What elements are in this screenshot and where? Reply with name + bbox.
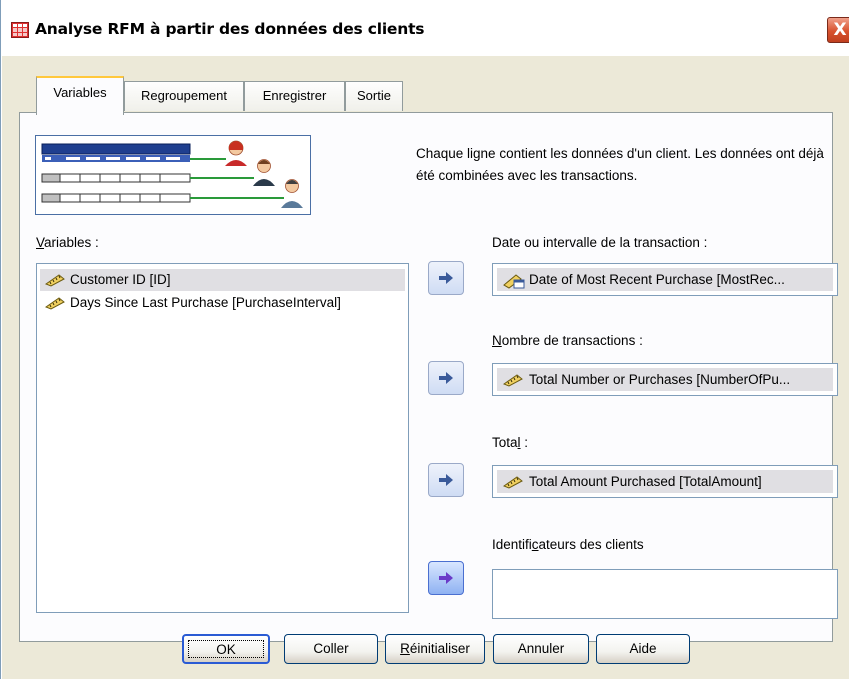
right-arrow-icon (439, 372, 453, 384)
count-field-label: Nombre de transactions : (492, 333, 643, 348)
dialog-description: Chaque ligne contient les données d'un c… (416, 146, 824, 183)
data-grid-app-icon (11, 22, 29, 38)
date-field-value-row: Date of Most Recent Purchase [MostRec... (497, 268, 833, 291)
date-field-label: Date ou intervalle de la transaction : (492, 235, 708, 250)
customer-ids-field[interactable] (492, 569, 838, 619)
count-field-value-row: Total Number or Purchases [NumberOfPu... (497, 368, 833, 391)
cancel-button[interactable]: Annuler (493, 634, 589, 664)
count-field-value: Total Number or Purchases [NumberOfPu... (529, 372, 791, 387)
ruler-scale-icon (503, 374, 523, 387)
ids-field-label: Identificateurs des clients (492, 537, 644, 552)
tab-enregistrer[interactable]: Enregistrer (244, 81, 345, 111)
ruler-scale-icon (503, 476, 523, 489)
rows-to-customers-icon (41, 140, 303, 208)
move-to-date-button[interactable] (428, 261, 464, 295)
variables-listbox[interactable]: Customer ID [ID] Days Since Last Purchas… (36, 263, 409, 613)
date-field-value: Date of Most Recent Purchase [MostRec... (529, 272, 785, 287)
total-field[interactable]: Total Amount Purchased [TotalAmount] (492, 465, 838, 498)
window-title: Analyse RFM à partir des données des cli… (35, 20, 425, 38)
right-arrow-icon (439, 272, 453, 284)
count-field[interactable]: Total Number or Purchases [NumberOfPu... (492, 363, 838, 396)
help-button[interactable]: Aide (596, 634, 690, 664)
variable-label: Days Since Last Purchase [PurchaseInterv… (70, 295, 341, 310)
ruler-scale-icon (45, 297, 65, 310)
move-to-count-button[interactable] (428, 361, 464, 395)
ok-button[interactable]: OK (182, 634, 270, 664)
list-item[interactable]: Customer ID [ID] (40, 269, 405, 291)
variables-tab-panel: Chaque ligne contient les données d'un c… (19, 112, 838, 642)
customer-data-illustration (35, 135, 311, 215)
move-to-ids-button[interactable] (428, 561, 464, 595)
tab-regroupement[interactable]: Regroupement (124, 81, 244, 111)
right-arrow-icon (439, 572, 453, 584)
focus-ring (188, 640, 264, 658)
date-field[interactable]: Date of Most Recent Purchase [MostRec... (492, 263, 838, 296)
title-bar[interactable]: Analyse RFM à partir des données des cli… (1, 0, 849, 56)
paste-button[interactable]: Coller (284, 634, 378, 664)
ruler-scale-icon (45, 274, 65, 287)
variables-label: Variables : (36, 235, 99, 250)
right-arrow-icon (439, 474, 453, 486)
reset-button[interactable]: Réinitialiser (385, 634, 485, 664)
dialog-client-area: Variables Regroupement Enregistrer Sorti… (2, 56, 849, 679)
tab-variables[interactable]: Variables (36, 76, 124, 115)
tab-sortie[interactable]: Sortie (345, 81, 403, 111)
list-item[interactable]: Days Since Last Purchase [PurchaseInterv… (40, 292, 405, 314)
variable-label: Customer ID [ID] (70, 272, 171, 287)
total-field-value: Total Amount Purchased [TotalAmount] (529, 474, 762, 489)
total-field-label: Total : (492, 435, 529, 450)
ruler-calendar-icon (503, 274, 525, 289)
total-field-value-row: Total Amount Purchased [TotalAmount] (497, 470, 833, 493)
rfm-dialog-window: Analyse RFM à partir des données des cli… (0, 0, 849, 679)
move-to-total-button[interactable] (428, 463, 464, 497)
close-button[interactable]: X (827, 17, 849, 43)
